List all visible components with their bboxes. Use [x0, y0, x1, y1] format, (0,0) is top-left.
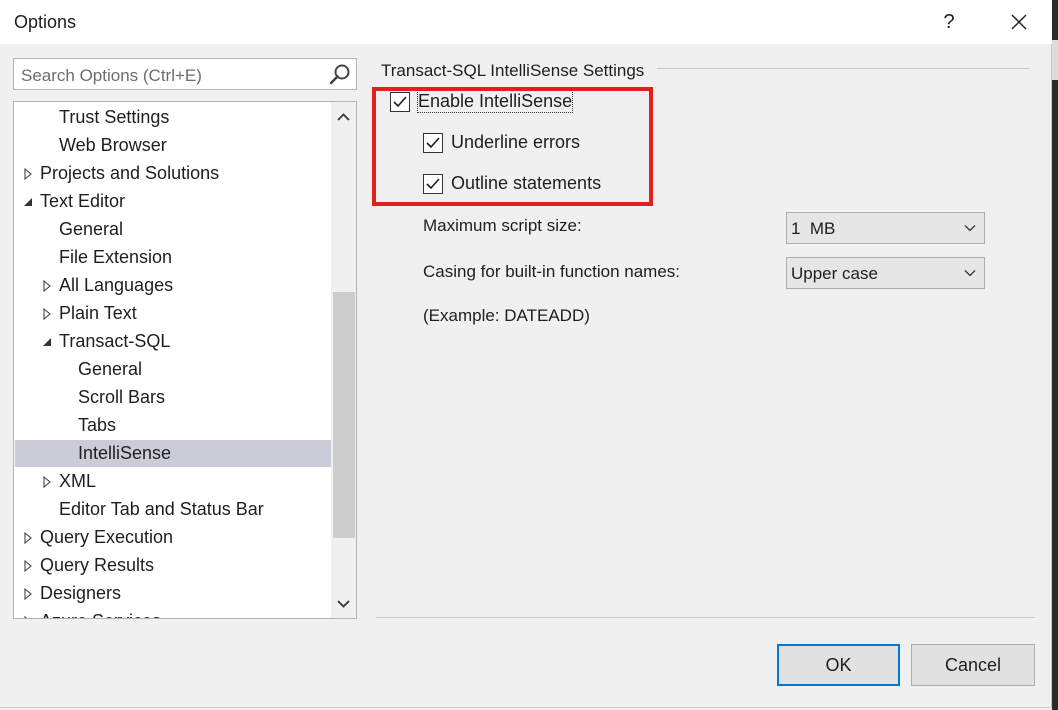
expand-arrow-icon[interactable] — [42, 476, 52, 488]
casing-select[interactable]: Upper case — [786, 257, 985, 289]
collapse-arrow-icon[interactable] — [42, 336, 52, 348]
close-icon — [1011, 14, 1027, 30]
casing-label: Casing for built-in function names: — [423, 262, 681, 281]
tree-item-label: Tabs — [78, 415, 117, 435]
tree-item[interactable]: Trust Settings — [15, 104, 331, 131]
tree-item-label: Transact-SQL — [59, 331, 171, 351]
section-title: Transact-SQL IntelliSense Settings — [381, 61, 645, 80]
tree-item[interactable]: Azure Services — [15, 608, 331, 619]
cancel-button[interactable]: Cancel — [911, 644, 1035, 686]
tree-item[interactable]: Transact-SQL — [15, 328, 331, 355]
tree-item[interactable]: Projects and Solutions — [15, 160, 331, 187]
expand-arrow-icon[interactable] — [23, 588, 33, 600]
footer-divider — [376, 617, 1035, 618]
tree-item-label: IntelliSense — [78, 443, 172, 463]
tree-item-label: Editor Tab and Status Bar — [59, 499, 264, 519]
tree-item[interactable]: General — [15, 356, 331, 383]
tree-item-label: Text Editor — [40, 191, 126, 211]
close-button[interactable] — [996, 2, 1042, 42]
options-tree[interactable]: Trust Settings Web Browser Projects and So… — [13, 101, 357, 619]
tree-item-label: General — [78, 359, 143, 379]
tree-item[interactable]: Query Execution — [15, 524, 331, 551]
max-script-size-value: 1 MB — [791, 219, 836, 238]
scroll-thumb[interactable] — [333, 292, 355, 538]
tree-item[interactable]: Plain Text — [15, 300, 331, 327]
tree-item[interactable]: Text Editor — [15, 188, 331, 215]
tree-item-label: Web Browser — [59, 135, 167, 155]
max-script-size-select[interactable]: 1 MB — [786, 212, 985, 244]
tree-scrollbar[interactable] — [331, 102, 356, 618]
window-title: Options — [14, 12, 77, 32]
chevron-down-icon — [964, 225, 976, 232]
max-script-size-label: Maximum script size: — [423, 216, 582, 235]
search-input[interactable]: Search Options (Ctrl+E) — [13, 58, 357, 90]
tree-item[interactable]: Query Results — [15, 552, 331, 579]
tree-item-label: Query Results — [40, 555, 155, 575]
title-bar: Options ? — [0, 0, 1052, 44]
tree-item[interactable]: Editor Tab and Status Bar — [15, 496, 331, 523]
options-dialog: Options ? Search Options (Ctrl+E) Trust … — [0, 0, 1052, 708]
tree-item-label: Query Execution — [40, 527, 174, 547]
search-icon[interactable] — [328, 63, 352, 87]
tree-item-label: Trust Settings — [59, 107, 170, 127]
tree-item[interactable]: General — [15, 216, 331, 243]
tree-item-label: Scroll Bars — [78, 387, 166, 407]
section-divider — [657, 68, 1030, 69]
highlight-annotation — [372, 87, 653, 206]
tree-item-label: All Languages — [59, 275, 174, 295]
casing-value: Upper case — [791, 264, 878, 283]
expand-arrow-icon[interactable] — [23, 560, 33, 572]
tree-item-label: Azure Services — [40, 608, 161, 618]
expand-arrow-icon[interactable] — [23, 616, 33, 619]
expand-arrow-icon[interactable] — [23, 168, 33, 180]
background-window-edge — [1052, 0, 1058, 710]
tree-item[interactable]: File Extension — [15, 244, 331, 271]
ok-button[interactable]: OK — [777, 644, 900, 686]
tree-item[interactable]: Web Browser — [15, 132, 331, 159]
collapse-arrow-icon[interactable] — [23, 196, 33, 208]
tree-item[interactable]: XML — [15, 468, 331, 495]
expand-arrow-icon[interactable] — [23, 532, 33, 544]
help-button[interactable]: ? — [926, 2, 972, 42]
tree-item-label: XML — [59, 471, 97, 491]
tree-item-label: Designers — [40, 583, 122, 603]
search-placeholder: Search Options (Ctrl+E) — [21, 66, 202, 85]
tree-item[interactable]: All Languages — [15, 272, 331, 299]
tree-item-label: File Extension — [59, 247, 173, 267]
tree-item[interactable]: Tabs — [15, 412, 331, 439]
expand-arrow-icon[interactable] — [42, 308, 52, 320]
example-text: (Example: DATEADD) — [423, 306, 590, 325]
tree-item[interactable]: Scroll Bars — [15, 384, 331, 411]
tree-item-label: General — [59, 219, 124, 239]
tree-item[interactable]: IntelliSense — [15, 440, 331, 467]
tree-item-label: Projects and Solutions — [40, 163, 220, 183]
chevron-down-icon — [964, 270, 976, 277]
scroll-down-icon[interactable] — [331, 590, 356, 618]
expand-arrow-icon[interactable] — [42, 280, 52, 292]
scroll-up-icon[interactable] — [331, 102, 356, 132]
tree-item-label: Plain Text — [59, 303, 137, 323]
tree-item[interactable]: Designers — [15, 580, 331, 607]
